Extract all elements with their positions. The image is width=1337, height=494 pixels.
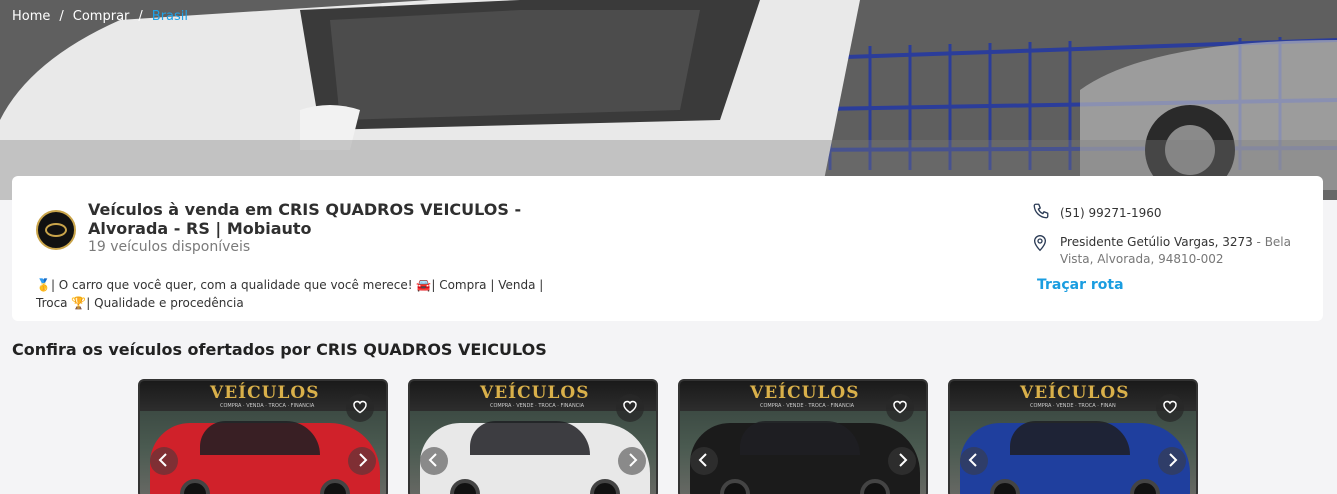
store-description: 🥇| O carro que você quer, com a qualidad… <box>36 278 544 310</box>
vehicle-carousel: VEÍCULOS COMPRA · VENDA · TROCA · FINANC… <box>138 379 1198 494</box>
favorite-button[interactable] <box>886 394 914 422</box>
dealer-sign-text: VEÍCULOS <box>1020 383 1130 403</box>
store-phone[interactable]: (51) 99271-1960 <box>1032 202 1162 223</box>
vehicle-card[interactable]: VEÍCULOS COMPRA · VENDA · TROCA · FINANC… <box>138 379 388 494</box>
previous-photo-button[interactable] <box>420 447 448 475</box>
vehicle-card[interactable]: VEÍCULOS COMPRA · VENDE · TROCA · FINANC… <box>678 379 928 494</box>
breadcrumb: Home / Comprar / Brasil <box>12 9 188 24</box>
chevron-left-icon <box>968 452 980 471</box>
previous-photo-button[interactable] <box>960 447 988 475</box>
phone-icon <box>1032 202 1050 223</box>
dealer-sign-subtext: COMPRA · VENDE · TROCA · FINANCIA <box>760 403 855 409</box>
favorite-button[interactable] <box>346 394 374 422</box>
hero-banner: Home / Comprar / Brasil <box>0 0 1337 200</box>
store-logo-emblem <box>45 223 67 237</box>
chevron-right-icon <box>1166 452 1178 471</box>
phone-number[interactable]: (51) 99271-1960 <box>1060 206 1162 220</box>
breadcrumb-separator: / <box>138 9 143 24</box>
previous-photo-button[interactable] <box>690 447 718 475</box>
favorite-button[interactable] <box>616 394 644 422</box>
dealer-sign-subtext: COMPRA · VENDA · TROCA · FINANCIA <box>220 403 315 409</box>
address-text: Presidente Getúlio Vargas, 3273 - Bela V… <box>1060 234 1302 268</box>
vehicle-windows <box>740 421 860 455</box>
next-photo-button[interactable] <box>888 447 916 475</box>
dealer-sign-text: VEÍCULOS <box>480 383 590 403</box>
heart-icon <box>1162 399 1178 418</box>
dealer-sign-text: VEÍCULOS <box>210 383 320 403</box>
store-address: Presidente Getúlio Vargas, 3273 - Bela V… <box>1032 234 1302 268</box>
next-photo-button[interactable] <box>1158 447 1186 475</box>
offered-vehicles-heading: Confira os veículos ofertados por CRIS Q… <box>12 340 547 359</box>
chevron-right-icon <box>896 452 908 471</box>
chevron-left-icon <box>428 452 440 471</box>
chevron-right-icon <box>356 452 368 471</box>
previous-photo-button[interactable] <box>150 447 178 475</box>
store-logo <box>36 210 76 250</box>
breadcrumb-comprar[interactable]: Comprar <box>73 9 130 24</box>
heart-icon <box>892 399 908 418</box>
store-info-card: Veículos à venda em CRIS QUADROS VEICULO… <box>12 176 1323 321</box>
heart-icon <box>352 399 368 418</box>
vehicle-card[interactable]: VEÍCULOS COMPRA · VENDE · TROCA · FINANC… <box>408 379 658 494</box>
vehicle-windows <box>470 421 590 455</box>
vehicle-windows <box>200 421 320 455</box>
next-photo-button[interactable] <box>618 447 646 475</box>
map-pin-icon <box>1032 234 1048 257</box>
vehicle-windows <box>1010 421 1130 455</box>
heart-icon <box>622 399 638 418</box>
favorite-button[interactable] <box>1156 394 1184 422</box>
chevron-left-icon <box>698 452 710 471</box>
address-street: Presidente Getúlio Vargas, 3273 <box>1060 235 1253 249</box>
chevron-right-icon <box>626 452 638 471</box>
chevron-left-icon <box>158 452 170 471</box>
dealer-sign-text: VEÍCULOS <box>750 383 860 403</box>
vehicle-card[interactable]: VEÍCULOS COMPRA · VENDE · TROCA · FINAN <box>948 379 1198 494</box>
breadcrumb-current[interactable]: Brasil <box>152 9 188 24</box>
vehicle-count: 19 veículos disponíveis <box>88 239 251 255</box>
trace-route-link[interactable]: Traçar rota <box>1037 277 1124 293</box>
breadcrumb-home[interactable]: Home <box>12 9 50 24</box>
dealer-sign-subtext: COMPRA · VENDE · TROCA · FINAN <box>1030 403 1116 409</box>
dealer-sign-subtext: COMPRA · VENDE · TROCA · FINANCIA <box>490 403 585 409</box>
hero-photo <box>0 0 1337 200</box>
next-photo-button[interactable] <box>348 447 376 475</box>
breadcrumb-separator: / <box>59 9 64 24</box>
store-title: Veículos à venda em CRIS QUADROS VEICULO… <box>88 200 522 238</box>
